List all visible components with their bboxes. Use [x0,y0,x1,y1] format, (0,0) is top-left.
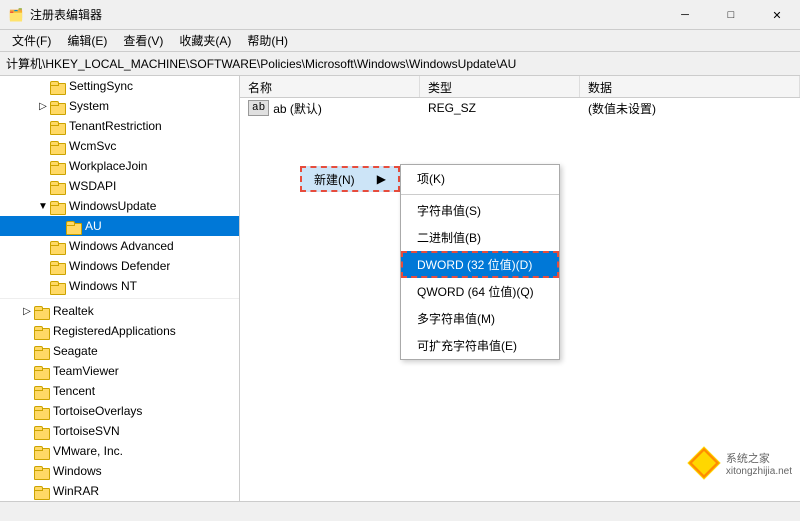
tree-item-realtek[interactable]: ▷ Realtek [0,301,239,321]
submenu: 项(K) 字符串值(S) 二进制值(B) DWORD (32 位值)(D) QW… [400,164,560,360]
tree-item-au[interactable]: AU [0,216,239,236]
submenu-item-key[interactable]: 项(K) [401,165,559,192]
tree-item-winrar[interactable]: WinRAR [0,481,239,501]
col-header-data[interactable]: 数据 [580,76,800,97]
tree-item-windowsupdate[interactable]: ▼ WindowsUpdate [0,196,239,216]
submenu-item-expandstring[interactable]: 可扩充字符串值(E) [401,332,559,359]
menu-edit[interactable]: 编辑(E) [59,30,115,51]
new-btn-label: 新建(N) [314,171,355,188]
submenu-item-string[interactable]: 字符串值(S) [401,197,559,224]
watermark-text: 系统之家 xitongzhijia.net [726,450,792,477]
submenu-arrow-icon: ▶ [377,172,386,186]
window-controls: ─ □ ✕ [662,0,800,30]
minimize-button[interactable]: ─ [662,0,708,30]
tree-item-tenantrestriction[interactable]: TenantRestriction [0,116,239,136]
tree-item-windowsdefender[interactable]: Windows Defender [0,256,239,276]
cell-data: (数值未设置) [580,98,800,119]
address-bar: 计算机\HKEY_LOCAL_MACHINE\SOFTWARE\Policies… [0,52,800,76]
cell-name: ab ab (默认) [240,98,420,119]
submenu-item-binary[interactable]: 二进制值(B) [401,224,559,251]
submenu-item-dword[interactable]: DWORD (32 位值)(D) [401,251,559,278]
menu-favorites[interactable]: 收藏夹(A) [171,30,239,51]
tree-item-wsdapi[interactable]: WSDAPI [0,176,239,196]
menu-help[interactable]: 帮助(H) [239,30,296,51]
menu-file[interactable]: 文件(F) [4,30,59,51]
title-text: 注册表编辑器 [30,6,102,23]
status-bar [0,501,800,521]
menu-bar: 文件(F) 编辑(E) 查看(V) 收藏夹(A) 帮助(H) [0,30,800,52]
tree-scroll[interactable]: SettingSync ▷ System TenantRestriction W… [0,76,239,501]
submenu-item-multistring[interactable]: 多字符串值(M) [401,305,559,332]
tree-item-registeredapps[interactable]: RegisteredApplications [0,321,239,341]
title-bar: 🗂️ 注册表编辑器 ─ □ ✕ [0,0,800,30]
watermark: 系统之家 xitongzhijia.net [686,445,792,481]
tree-item-vmware[interactable]: VMware, Inc. [0,441,239,461]
submenu-item-qword[interactable]: QWORD (64 位值)(Q) [401,278,559,305]
tree-item-settingsync[interactable]: SettingSync [0,76,239,96]
tree-item-tortoiseoverlays[interactable]: TortoiseOverlays [0,401,239,421]
col-header-name[interactable]: 名称 [240,76,420,97]
tree-item-system[interactable]: ▷ System [0,96,239,116]
right-panel: 名称 类型 数据 ab ab (默认) REG_SZ (数值未设置) 新建(N) [240,76,800,501]
new-menu-button[interactable]: 新建(N) ▶ [300,166,400,192]
maximize-button[interactable]: □ [708,0,754,30]
tree-item-windows[interactable]: Windows [0,461,239,481]
tree-item-tencent[interactable]: Tencent [0,381,239,401]
tree-item-windowsadvanced[interactable]: Windows Advanced [0,236,239,256]
tree-item-workplacejoin[interactable]: WorkplaceJoin [0,156,239,176]
close-button[interactable]: ✕ [754,0,800,30]
context-menu: 新建(N) ▶ 项(K) 字符串值(S) 二进制值(B) DWORD (32 位… [300,136,560,362]
column-headers: 名称 类型 数据 [240,76,800,98]
tree-item-teamviewer[interactable]: TeamViewer [0,361,239,381]
tree-panel: SettingSync ▷ System TenantRestriction W… [0,76,240,501]
tree-item-seagate[interactable]: Seagate [0,341,239,361]
tree-item-windowsnt[interactable]: Windows NT [0,276,239,296]
tree-item-tortoisesvn[interactable]: TortoiseSVN [0,421,239,441]
watermark-logo-icon [686,445,722,481]
cell-type: REG_SZ [420,99,580,117]
app-icon: 🗂️ [8,7,24,23]
main-area: SettingSync ▷ System TenantRestriction W… [0,76,800,501]
address-path: 计算机\HKEY_LOCAL_MACHINE\SOFTWARE\Policies… [6,55,516,72]
table-row[interactable]: ab ab (默认) REG_SZ (数值未设置) [240,98,800,118]
menu-view[interactable]: 查看(V) [115,30,171,51]
tree-item-wcmsvc[interactable]: WcmSvc [0,136,239,156]
col-header-type[interactable]: 类型 [420,76,580,97]
